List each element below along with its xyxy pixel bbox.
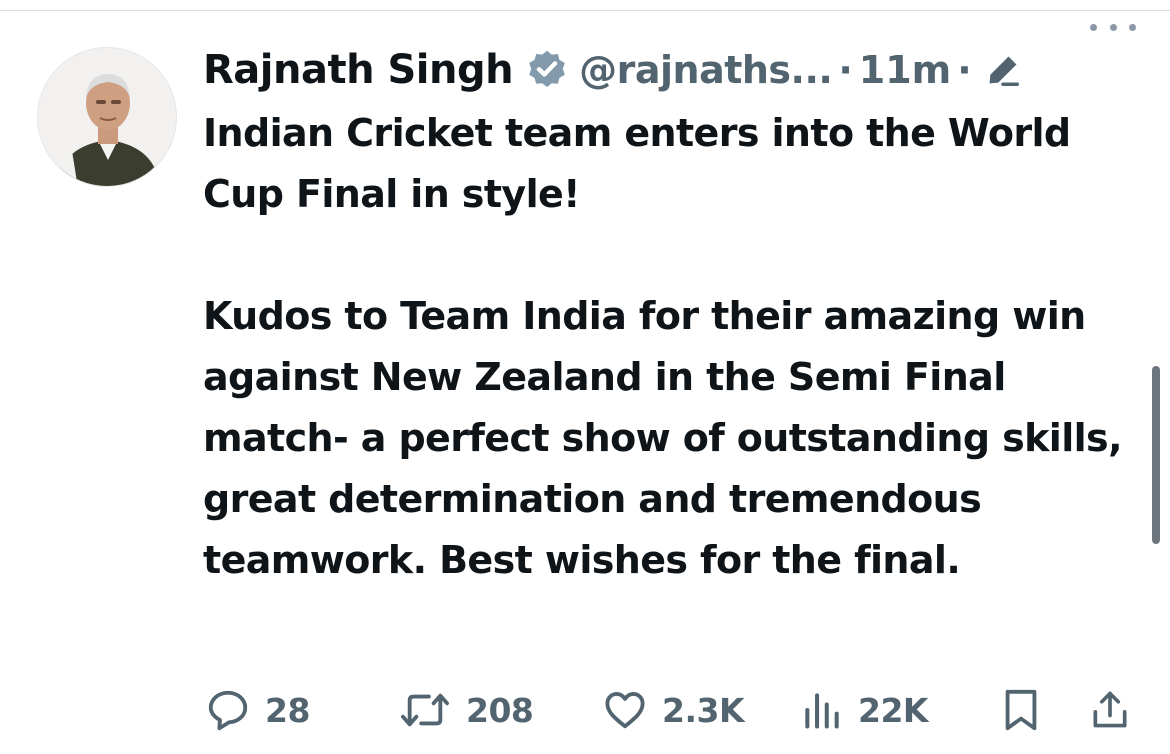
heart-icon — [605, 691, 645, 729]
profile-photo — [38, 48, 176, 186]
analytics-icon — [805, 693, 839, 729]
reply-button[interactable]: 28 — [205, 680, 310, 740]
verified-badge-icon[interactable] — [525, 48, 569, 92]
repost-button[interactable]: 208 — [398, 680, 534, 740]
tweet-header: Rajnath Singh @rajnaths... · 11m · — [203, 40, 1163, 100]
tweet-paragraph-2: Kudos to Team India for their amazing wi… — [203, 294, 1123, 582]
post-time[interactable]: 11m — [859, 48, 951, 92]
tweet-text: Indian Cricket team enters into the Worl… — [203, 103, 1143, 591]
author-name[interactable]: Rajnath Singh — [203, 47, 514, 93]
reply-count: 28 — [265, 690, 310, 730]
bookmark-icon — [1005, 689, 1037, 731]
author-handle[interactable]: @rajnaths... — [579, 48, 833, 92]
top-divider — [0, 10, 1170, 11]
reply-icon — [208, 690, 248, 731]
more-options-icon[interactable] — [1090, 12, 1136, 42]
views-button[interactable]: 22K — [800, 680, 929, 740]
action-bar: 28 208 2.3K 22K — [0, 680, 1170, 740]
share-icon — [1093, 691, 1127, 728]
tweet-paragraph-1: Indian Cricket team enters into the Worl… — [203, 111, 1071, 216]
like-button[interactable]: 2.3K — [602, 680, 745, 740]
like-count: 2.3K — [662, 690, 745, 730]
separator-dot: · — [838, 48, 853, 92]
share-button[interactable] — [1088, 680, 1132, 740]
edit-pencil-icon[interactable] — [984, 51, 1022, 89]
repost-icon — [401, 693, 449, 727]
bookmark-button[interactable] — [1000, 680, 1042, 740]
repost-count: 208 — [466, 690, 534, 730]
avatar[interactable] — [37, 47, 177, 187]
view-count: 22K — [858, 690, 929, 730]
scrollbar[interactable] — [1152, 366, 1160, 544]
separator-dot: · — [957, 48, 972, 92]
